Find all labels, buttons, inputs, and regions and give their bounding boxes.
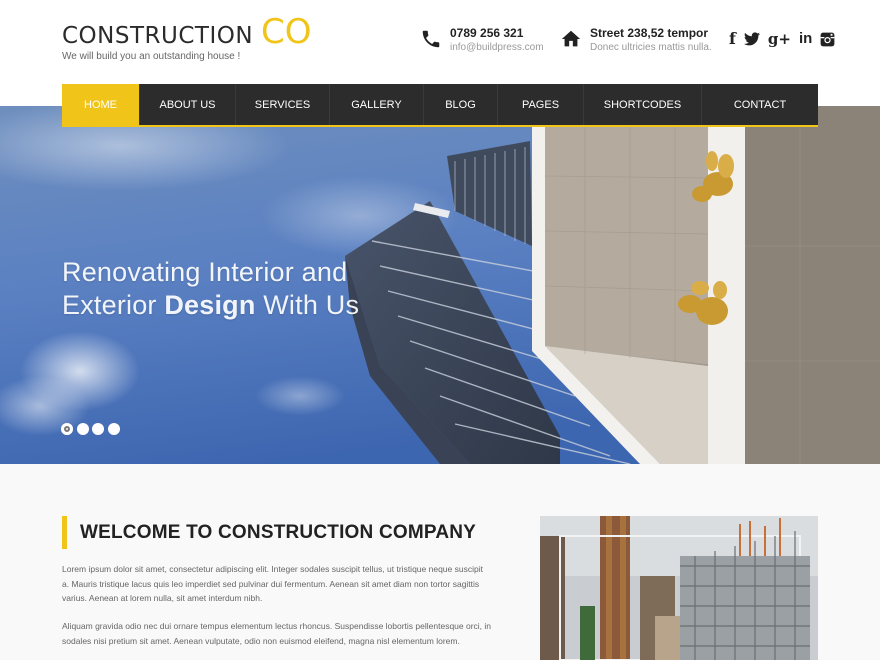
nav-item-home[interactable]: HOME bbox=[62, 84, 140, 125]
slider-dot-3[interactable] bbox=[92, 423, 104, 435]
welcome-title: WELCOME TO CONSTRUCTION COMPANY bbox=[80, 522, 477, 543]
hero-line-2-pre: Exterior bbox=[62, 290, 165, 320]
nav-item-pages[interactable]: PAGES bbox=[498, 84, 584, 125]
slider-dot-2[interactable] bbox=[76, 423, 89, 435]
slider-dot-1[interactable] bbox=[61, 423, 73, 435]
linkedin-icon[interactable]: in bbox=[799, 30, 812, 48]
phone-number: 0789 256 321 bbox=[450, 26, 524, 40]
welcome-paragraph-1: Lorem ipsum dolor sit amet, consectetur … bbox=[62, 564, 483, 603]
welcome-paragraph-2: Aliquam gravida odio nec dui ornare temp… bbox=[62, 621, 492, 646]
twitter-icon[interactable] bbox=[743, 32, 760, 46]
main-nav: HOME ABOUT US SERVICES GALLERY BLOG PAGE… bbox=[62, 84, 818, 127]
hero-line-1: Renovating Interior and bbox=[62, 257, 348, 287]
contact-address: Street 238,52 tempor Donec ultricies mat… bbox=[560, 26, 712, 53]
instagram-icon[interactable] bbox=[820, 32, 835, 47]
social-links: f g+ in bbox=[729, 30, 835, 48]
street-address: Street 238,52 tempor bbox=[590, 26, 709, 40]
logo-tagline: We will build you an outstanding house ! bbox=[62, 51, 241, 62]
site-header: CONSTRUCTION CO We will build you an out… bbox=[0, 0, 880, 84]
logo-co: CO bbox=[261, 12, 312, 52]
nav-item-contact[interactable]: CONTACT bbox=[702, 84, 818, 125]
hero-line-2-post: With Us bbox=[255, 290, 360, 320]
nav-item-gallery[interactable]: GALLERY bbox=[330, 84, 424, 125]
hero-line-2-bold: Design bbox=[164, 290, 256, 320]
nav-item-services[interactable]: SERVICES bbox=[236, 84, 330, 125]
google-plus-icon[interactable]: g+ bbox=[768, 30, 791, 48]
logo-word: CONSTRUCTION bbox=[62, 23, 254, 49]
welcome-section: WELCOME TO CONSTRUCTION COMPANY Lorem ip… bbox=[0, 464, 880, 660]
home-icon bbox=[561, 30, 581, 47]
hero-headline: Renovating Interior and Exterior Design … bbox=[62, 256, 359, 322]
logo[interactable]: CONSTRUCTION CO We will build you an out… bbox=[62, 12, 312, 62]
construction-photo bbox=[540, 516, 818, 660]
nav-item-shortcodes[interactable]: SHORTCODES bbox=[584, 84, 702, 125]
email-address[interactable]: info@buildpress.com bbox=[450, 42, 544, 53]
contact-phone: 0789 256 321 info@buildpress.com bbox=[420, 26, 544, 53]
hero-slider: Renovating Interior and Exterior Design … bbox=[0, 106, 880, 464]
nav-item-about-us[interactable]: ABOUT US bbox=[140, 84, 236, 125]
hero-line-2: Exterior Design With Us bbox=[62, 289, 359, 322]
facebook-icon[interactable]: f bbox=[729, 30, 736, 48]
slider-dot-4[interactable] bbox=[107, 423, 120, 435]
address-detail: Donec ultricies mattis nulla. bbox=[590, 42, 712, 53]
slider-dots bbox=[61, 423, 123, 435]
welcome-accent-bar bbox=[62, 516, 67, 549]
phone-icon bbox=[422, 30, 440, 48]
nav-item-blog[interactable]: BLOG bbox=[424, 84, 498, 125]
